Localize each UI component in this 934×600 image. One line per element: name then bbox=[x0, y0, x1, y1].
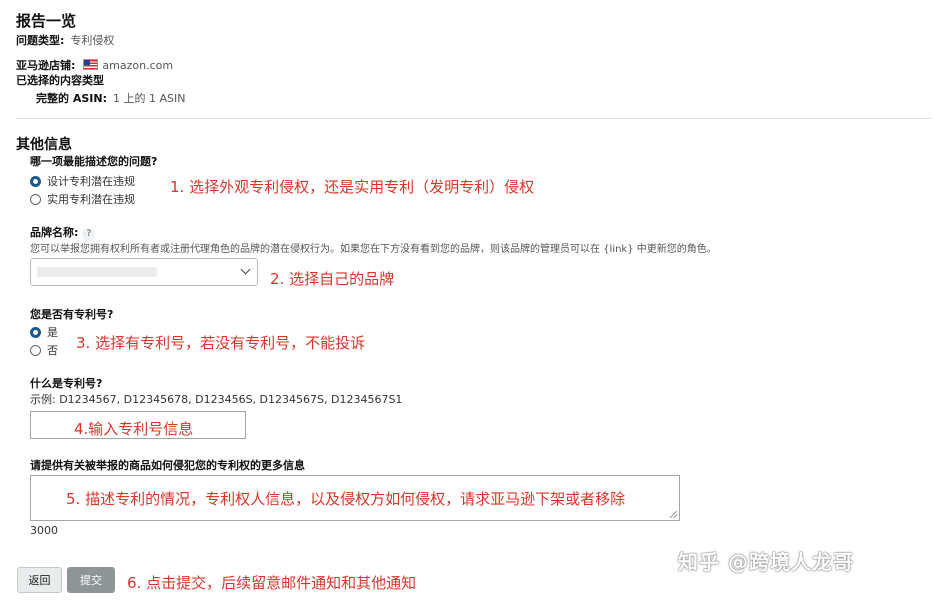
store-row: 亚马逊店铺: amazon.com bbox=[16, 57, 173, 73]
char-limit: 3000 bbox=[30, 524, 58, 537]
section-divider bbox=[16, 118, 932, 119]
radio-patent-yes[interactable]: 是 bbox=[30, 324, 58, 340]
store-value: amazon.com bbox=[102, 59, 174, 72]
issue-type-value: 专利侵权 bbox=[70, 34, 115, 47]
asin-row: 完整的 ASIN: 1 上的 1 ASIN bbox=[36, 90, 185, 106]
brand-select-blurred-value bbox=[37, 267, 157, 277]
brand-label-row: 品牌名称:? bbox=[30, 224, 96, 241]
radio-patent-no[interactable]: 否 bbox=[30, 342, 58, 358]
details-textarea[interactable] bbox=[30, 475, 680, 521]
radio-unselected-icon[interactable] bbox=[30, 345, 41, 356]
annotation-step-3: 3. 选择有专利号，若没有专利号，不能投诉 bbox=[76, 334, 366, 352]
brand-label: 品牌名称: bbox=[30, 226, 79, 239]
radio-design-patent-label: 设计专利潜在违规 bbox=[47, 175, 135, 188]
watermark: 知乎 @跨境人龙哥 bbox=[678, 550, 854, 574]
us-flag-icon bbox=[83, 59, 99, 70]
radio-patent-yes-label: 是 bbox=[47, 326, 58, 339]
content-type-label: 已选择的内容类型 bbox=[16, 74, 104, 87]
radio-selected-icon[interactable] bbox=[30, 327, 41, 338]
annotation-step-1: 1. 选择外观专利侵权，还是实用专利（发明专利）侵权 bbox=[170, 178, 535, 196]
issue-type-label: 问题类型: bbox=[16, 34, 65, 47]
asin-label: 完整的 ASIN: bbox=[36, 92, 107, 105]
back-button[interactable]: 返回 bbox=[17, 567, 62, 593]
radio-unselected-icon[interactable] bbox=[30, 194, 41, 205]
brand-description: 您可以举报您拥有权利所有者或注册代理角色的品牌的潜在侵权行为。如果您在下方没有看… bbox=[30, 244, 717, 255]
annotation-step-2: 2. 选择自己的品牌 bbox=[270, 270, 395, 288]
brand-select[interactable] bbox=[30, 258, 258, 286]
issue-type-row: 问题类型: 专利侵权 bbox=[16, 32, 114, 48]
radio-selected-icon[interactable] bbox=[30, 176, 41, 187]
patent-number-label: 什么是专利号? bbox=[30, 377, 103, 390]
radio-design-patent[interactable]: 设计专利潜在违规 bbox=[30, 173, 135, 189]
issue-question-label: 哪一项最能描述您的问题? bbox=[30, 155, 158, 168]
asin-value: 1 上的 1 ASIN bbox=[112, 92, 186, 105]
section-title: 其他信息 bbox=[16, 137, 72, 153]
patent-number-example: 示例: D1234567, D12345678, D123456S, D1234… bbox=[30, 393, 403, 406]
submit-button[interactable]: 提交 bbox=[67, 567, 115, 593]
annotation-step-6: 6. 点击提交，后续留意邮件通知和其他通知 bbox=[127, 574, 417, 592]
patent-question-label: 您是否有专利号? bbox=[30, 308, 114, 321]
store-label: 亚马逊店铺: bbox=[16, 59, 76, 72]
page-title: 报告一览 bbox=[16, 12, 77, 30]
details-label: 请提供有关被举报的商品如何侵犯您的专利权的更多信息 bbox=[30, 459, 305, 472]
chevron-down-icon bbox=[240, 264, 251, 275]
patent-number-input[interactable] bbox=[30, 411, 246, 439]
resize-handle-icon[interactable] bbox=[670, 511, 677, 518]
radio-utility-patent[interactable]: 实用专利潜在违规 bbox=[30, 191, 135, 207]
radio-patent-no-label: 否 bbox=[47, 344, 58, 357]
radio-utility-patent-label: 实用专利潜在违规 bbox=[47, 193, 135, 206]
